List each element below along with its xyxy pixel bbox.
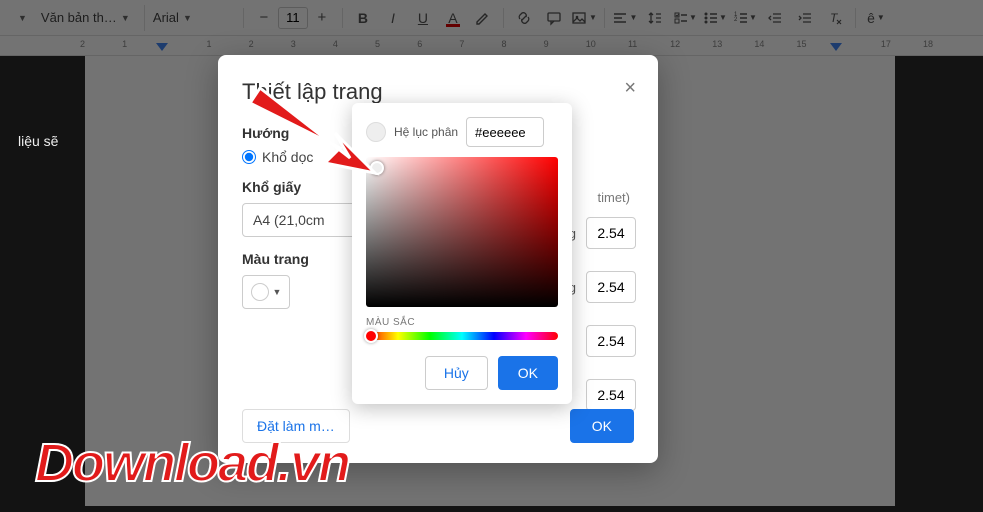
margin-bottom-input[interactable] xyxy=(586,271,636,303)
saturation-value-area[interactable] xyxy=(366,157,558,307)
hue-slider[interactable] xyxy=(366,332,558,340)
background-text: liệu sẽ xyxy=(18,133,58,149)
margin-left-input[interactable] xyxy=(586,325,636,357)
hue-label: MÀU SẮC xyxy=(366,317,558,328)
hex-input[interactable] xyxy=(466,117,544,147)
margin-right-input[interactable] xyxy=(586,379,636,411)
margin-top-input[interactable] xyxy=(586,217,636,249)
color-picker-panel: Hệ lục phân MÀU SẮC Hủy OK xyxy=(352,103,572,404)
page-color-swatch xyxy=(251,283,269,301)
close-button[interactable]: × xyxy=(624,77,636,100)
color-preview-swatch xyxy=(366,122,386,142)
sv-handle[interactable] xyxy=(370,161,384,175)
picker-ok-button[interactable]: OK xyxy=(498,356,558,390)
portrait-radio-input[interactable] xyxy=(242,150,256,164)
set-default-button[interactable]: Đặt làm m… xyxy=(242,409,350,443)
picker-cancel-button[interactable]: Hủy xyxy=(425,356,488,390)
hue-handle[interactable] xyxy=(364,329,378,343)
dialog-ok-button[interactable]: OK xyxy=(570,409,634,443)
paper-size-dropdown[interactable] xyxy=(242,203,362,237)
dialog-footer: Đặt làm m… OK xyxy=(242,409,634,443)
dialog-title: Thiết lập trang xyxy=(242,79,634,105)
hex-label: Hệ lục phân xyxy=(394,125,458,139)
page-color-button[interactable]: ▼ xyxy=(242,275,290,309)
margins-unit: timet) xyxy=(598,190,631,205)
